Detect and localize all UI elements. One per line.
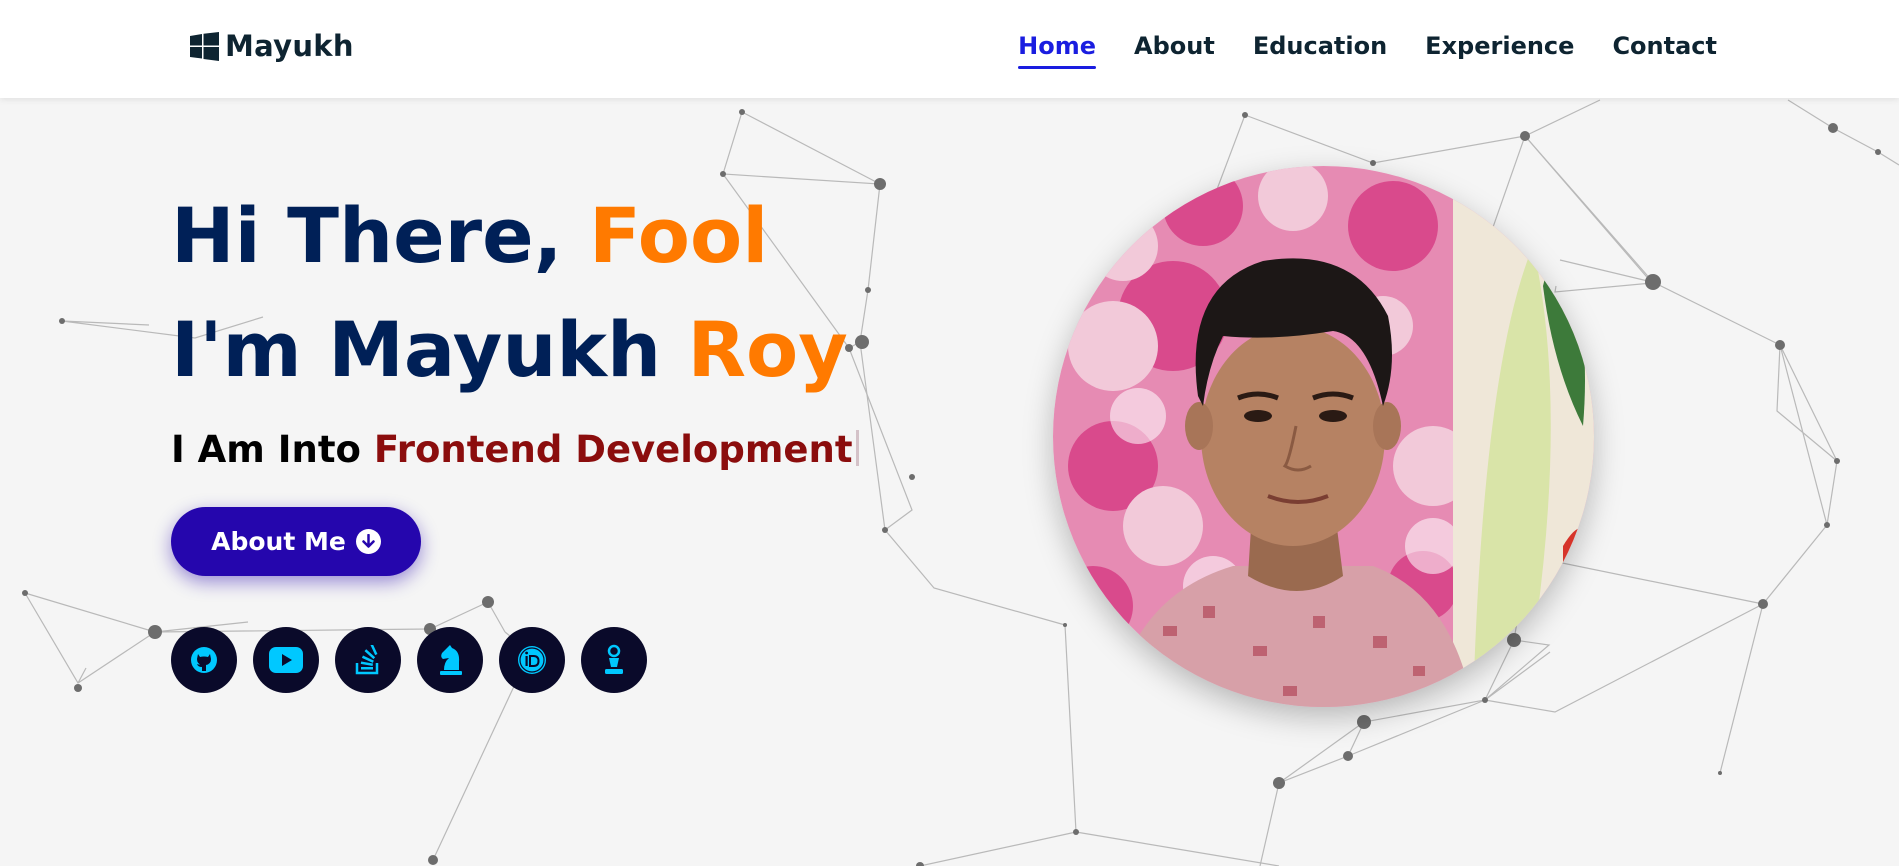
youtube-icon xyxy=(269,647,303,673)
greeting-text: Hi There, xyxy=(171,191,589,280)
arrow-down-circle-icon xyxy=(355,529,381,554)
windows-logo-icon xyxy=(190,31,219,61)
nav-home[interactable]: Home xyxy=(1018,32,1096,69)
nav-experience[interactable]: Experience xyxy=(1425,32,1574,67)
hero-greeting: Hi There, Fool xyxy=(171,198,768,274)
social-stackoverflow[interactable] xyxy=(335,627,401,693)
typed-role: Frontend Development xyxy=(373,428,853,471)
about-me-label: About Me xyxy=(211,527,346,556)
social-github[interactable] xyxy=(171,627,237,693)
social-youtube[interactable] xyxy=(253,627,319,693)
nav-education[interactable]: Education xyxy=(1253,32,1387,67)
nav-about[interactable]: About xyxy=(1134,32,1215,67)
name-text: I'm Mayukh xyxy=(171,305,688,394)
chess-pawn-icon xyxy=(605,644,623,674)
nav-menu: Home About Education Experience Contact xyxy=(980,32,1717,69)
name-accent: Roy xyxy=(687,305,848,394)
nav-contact[interactable]: Contact xyxy=(1612,32,1717,67)
social-links xyxy=(171,627,663,693)
stackoverflow-icon xyxy=(355,645,379,675)
social-chess-pawn[interactable] xyxy=(581,627,647,693)
hero-section: Hi There, Fool I'm Mayukh Roy I Am Into … xyxy=(0,98,1899,866)
github-icon xyxy=(191,647,217,673)
hero-name: I'm Mayukh Roy xyxy=(171,312,848,388)
typed-prefix: I Am Into xyxy=(171,428,374,471)
profile-portrait-illustration xyxy=(1053,166,1594,707)
brand-name: Mayukh xyxy=(225,29,354,63)
about-me-button[interactable]: About Me xyxy=(171,507,421,576)
brand-logo-link[interactable]: Mayukh xyxy=(190,29,354,63)
profile-photo xyxy=(1053,166,1594,707)
navbar: Mayukh Home About Education Experience C… xyxy=(0,0,1899,98)
chess-knight-icon xyxy=(440,645,462,675)
typed-role-line: I Am Into Frontend Development xyxy=(171,428,859,471)
greeting-accent: Fool xyxy=(588,191,769,280)
typing-caret xyxy=(855,430,859,466)
social-chess-knight[interactable] xyxy=(417,627,483,693)
orcid-icon xyxy=(518,646,546,674)
social-orcid[interactable] xyxy=(499,627,565,693)
